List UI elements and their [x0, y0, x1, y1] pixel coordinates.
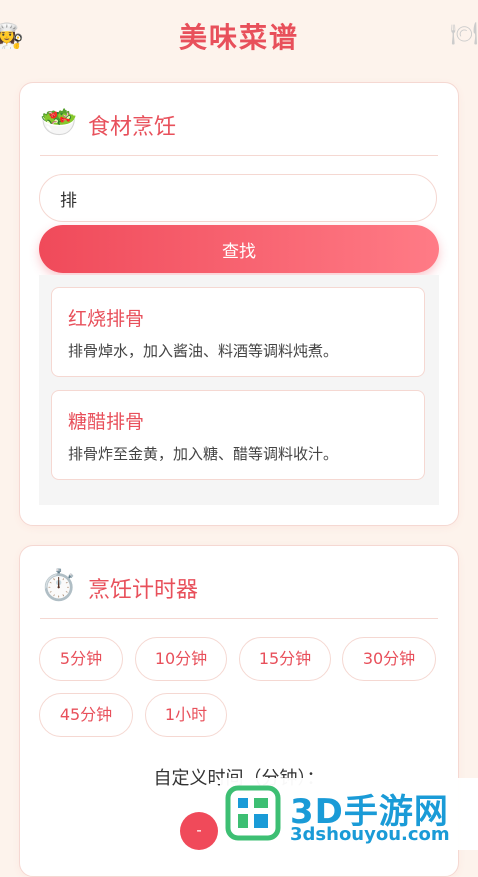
- recipe-result[interactable]: 糖醋排骨 排骨炸至金黄，加入糖、醋等调料收汁。: [51, 390, 425, 480]
- card-title: 食材烹饪: [88, 115, 177, 140]
- recipe-desc: 排骨炸至金黄，加入糖、醋等调料收汁。: [68, 445, 339, 463]
- search-results: 红烧排骨 排骨焯水，加入酱油、料酒等调料炖煮。 糖醋排骨 排骨炸至金黄，加入糖、…: [39, 275, 439, 505]
- recipe-name: 糖醋排骨: [68, 411, 145, 433]
- recipe-name: 红烧排骨: [68, 308, 145, 330]
- preset-10min-button[interactable]: 10分钟: [135, 637, 227, 681]
- salad-bowl-icon: 🥗: [40, 105, 78, 140]
- card-header: 🥗 食材烹饪: [40, 105, 438, 156]
- ingredient-search-input[interactable]: [39, 174, 437, 222]
- utensils-icon: 🍽: [450, 22, 478, 47]
- watermark-logo-icon: [225, 785, 281, 841]
- watermark: 3D手游网 3dshouyou.com: [220, 778, 478, 850]
- watermark-subtitle: 3dshouyou.com: [290, 824, 450, 845]
- preset-15min-button[interactable]: 15分钟: [239, 637, 331, 681]
- card-title: 烹饪计时器: [88, 578, 199, 603]
- preset-1hour-button[interactable]: 1小时: [145, 693, 227, 737]
- decrease-button[interactable]: -: [180, 812, 218, 850]
- app-header: 👩‍🍳 美味菜谱 🍽: [0, 0, 478, 76]
- preset-5min-button[interactable]: 5分钟: [39, 637, 123, 681]
- recipe-result[interactable]: 红烧排骨 排骨焯水，加入酱油、料酒等调料炖煮。: [51, 287, 425, 377]
- card-header: ⏱️ 烹饪计时器: [40, 568, 438, 619]
- preset-30min-button[interactable]: 30分钟: [342, 637, 436, 681]
- ingredient-cooking-card: 🥗 食材烹饪 查找 红烧排骨 排骨焯水，加入酱油、料酒等调料炖煮。 糖醋排骨 排…: [19, 82, 459, 526]
- stopwatch-icon: ⏱️: [40, 568, 78, 603]
- recipe-desc: 排骨焯水，加入酱油、料酒等调料炖煮。: [68, 342, 339, 360]
- search-button[interactable]: 查找: [39, 225, 439, 273]
- app-title: 美味菜谱: [178, 21, 299, 54]
- preset-45min-button[interactable]: 45分钟: [39, 693, 133, 737]
